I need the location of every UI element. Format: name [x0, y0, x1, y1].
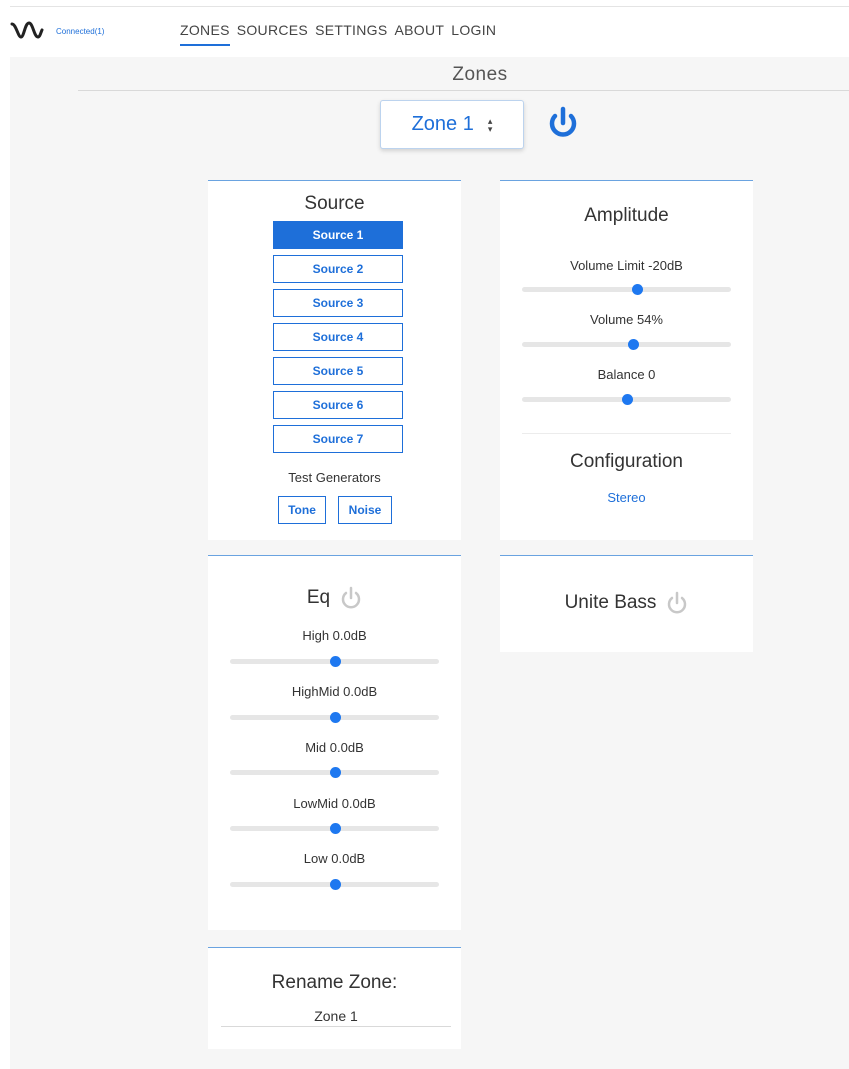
configuration-title: Configuration: [569, 451, 684, 472]
source-1-button[interactable]: Source 1: [273, 221, 403, 249]
source-card-title: Source: [304, 193, 365, 214]
volume-thumb[interactable]: [627, 339, 639, 350]
rename-zone-card: Rename Zone:: [208, 947, 461, 1049]
unite-bass-header: Unite Bass: [500, 591, 753, 615]
eq-highmid-thumb[interactable]: [329, 712, 341, 723]
source-2-button[interactable]: Source 2: [273, 255, 403, 283]
eq-lowmid-slider[interactable]: [230, 823, 439, 834]
amplitude-title: Amplitude: [584, 205, 669, 226]
source-card: Source Source 1 Source 2 Source 3 Source…: [208, 180, 461, 540]
nav-login[interactable]: LOGIN: [451, 22, 503, 46]
zone-select-value: Zone 1: [411, 113, 474, 135]
source-6-button[interactable]: Source 6: [273, 391, 403, 419]
nav-sources[interactable]: SOURCES: [237, 22, 315, 46]
select-caret-icon: ▴ ▾: [487, 115, 493, 134]
volume-slider[interactable]: [522, 339, 731, 350]
source-3-button[interactable]: Source 3: [273, 289, 403, 317]
connection-status: Connected(1): [56, 27, 105, 36]
eq-highmid-slider[interactable]: [230, 712, 439, 723]
rename-zone-input[interactable]: [221, 1005, 451, 1027]
eq-high-slider[interactable]: [230, 656, 439, 667]
title-divider: [78, 90, 849, 91]
source-4-button[interactable]: Source 4: [273, 323, 403, 351]
eq-power-icon[interactable]: [340, 586, 362, 610]
noise-button[interactable]: Noise: [338, 496, 392, 524]
eq-mid-label: Mid 0.0dB: [305, 740, 364, 755]
rename-zone-title: Rename Zone:: [271, 972, 398, 993]
unite-bass-card: Unite Bass: [500, 555, 753, 652]
eq-highmid-label: HighMid 0.0dB: [291, 684, 378, 699]
zone-power-icon[interactable]: [546, 106, 580, 142]
page-title: Zones: [452, 64, 508, 85]
source-5-button[interactable]: Source 5: [273, 357, 403, 385]
main-nav: ZONES SOURCES SETTINGS ABOUT LOGIN: [180, 22, 503, 46]
unite-bass-power-icon[interactable]: [666, 591, 688, 615]
zone-select[interactable]: Zone 1 ▴ ▾: [380, 100, 524, 149]
eq-title: Eq: [306, 587, 331, 608]
source-7-button[interactable]: Source 7: [273, 425, 403, 453]
eq-lowmid-label: LowMid 0.0dB: [293, 796, 376, 811]
eq-low-thumb[interactable]: [329, 879, 341, 890]
unite-bass-title: Unite Bass: [564, 592, 657, 613]
eq-mid-slider[interactable]: [230, 767, 439, 778]
tone-button[interactable]: Tone: [278, 496, 326, 524]
test-generators-label: Test Generators: [288, 470, 381, 485]
amplitude-card: Amplitude Volume Limit -20dB Volume 54% …: [500, 180, 753, 540]
amplitude-divider: [522, 433, 731, 434]
configuration-value[interactable]: Stereo: [500, 490, 753, 505]
nav-about[interactable]: ABOUT: [395, 22, 452, 46]
balance-slider[interactable]: [522, 394, 731, 405]
balance-thumb[interactable]: [621, 394, 633, 405]
eq-low-label: Low 0.0dB: [303, 851, 366, 866]
volume-limit-thumb[interactable]: [631, 284, 643, 295]
eq-header: Eq: [208, 586, 461, 610]
eq-mid-thumb[interactable]: [329, 767, 341, 778]
eq-high-thumb[interactable]: [329, 656, 341, 667]
volume-limit-slider[interactable]: [522, 284, 731, 295]
eq-card: Eq High 0.0dB HighMid 0.0dB Mid 0.0dB Lo…: [208, 555, 461, 930]
nav-settings[interactable]: SETTINGS: [315, 22, 394, 46]
eq-low-slider[interactable]: [230, 879, 439, 890]
volume-limit-label: Volume Limit -20dB: [570, 258, 683, 273]
volume-label: Volume 54%: [590, 312, 663, 327]
eq-high-label: High 0.0dB: [302, 628, 367, 643]
wave-logo-icon: [10, 21, 44, 39]
balance-label: Balance 0: [597, 367, 656, 382]
eq-lowmid-thumb[interactable]: [329, 823, 341, 834]
nav-zones[interactable]: ZONES: [180, 22, 230, 46]
